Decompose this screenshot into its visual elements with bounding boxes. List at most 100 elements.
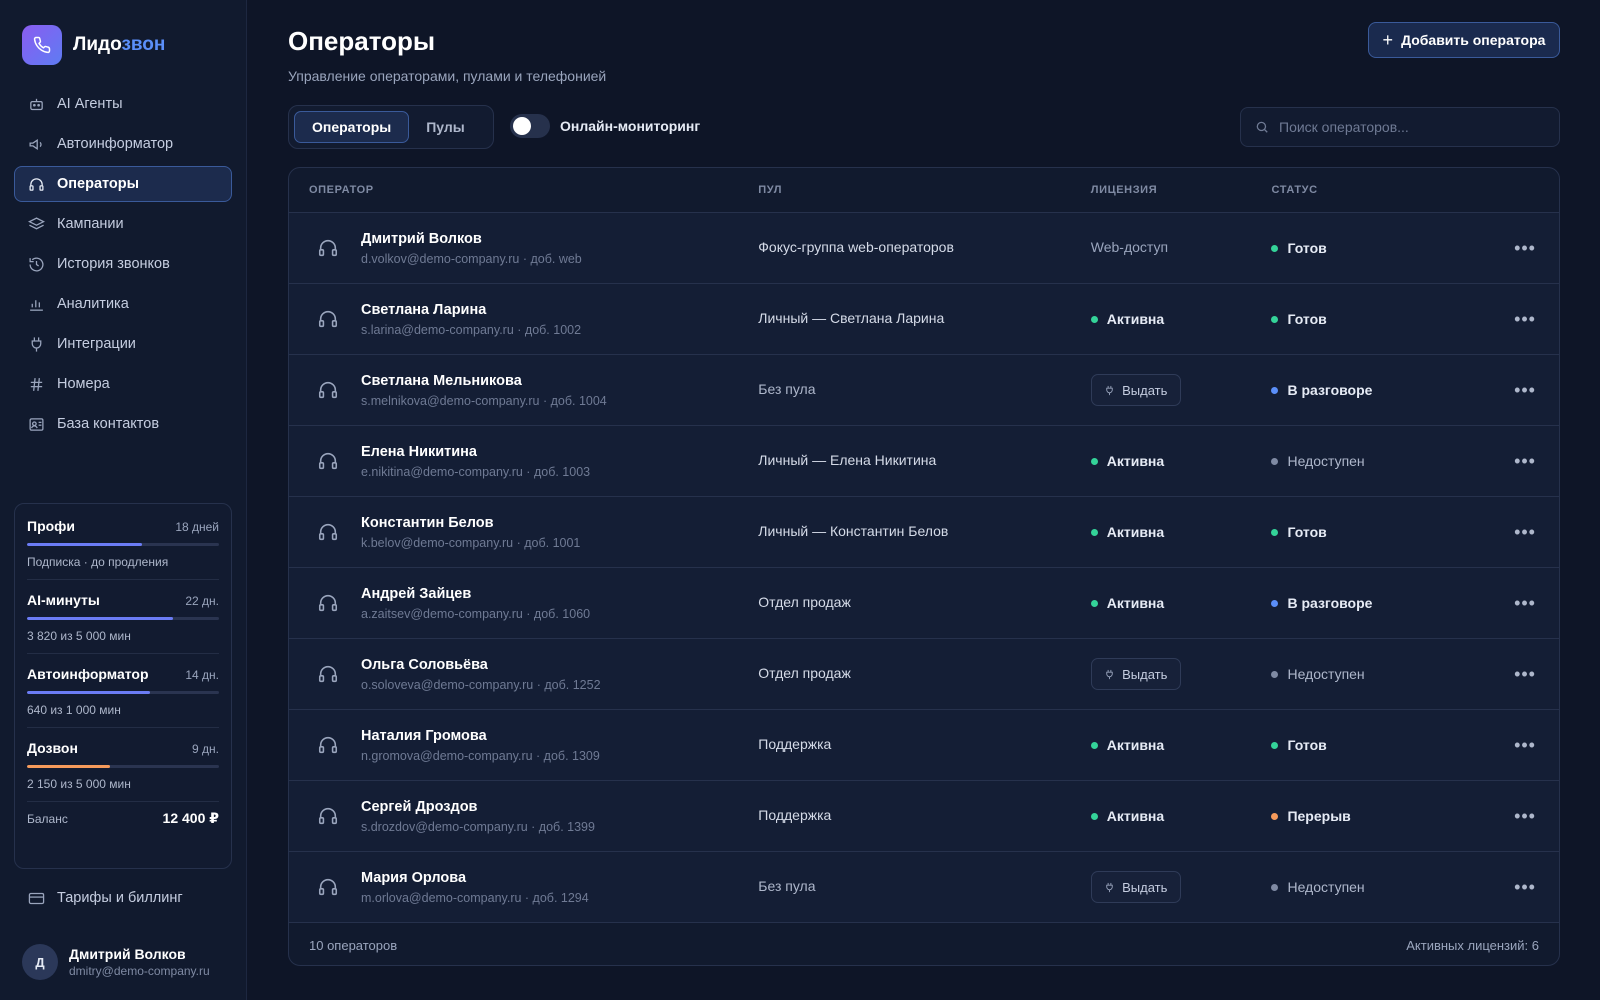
- table-row[interactable]: Наталия Громова n.gromova@demo-company.ru…: [289, 710, 1559, 781]
- operator-name: Константин Белов: [361, 514, 494, 531]
- headset-icon: [315, 661, 341, 687]
- sidebar-item-billing[interactable]: Тарифы и биллинг: [14, 880, 232, 916]
- header-operator[interactable]: ОПЕРАТОР: [289, 184, 758, 196]
- active-licenses-count: Активных лицензий: 6: [1406, 938, 1539, 953]
- page-title: Операторы: [288, 26, 436, 56]
- status-dot: [1090, 741, 1098, 749]
- toggle-knob: [513, 117, 531, 135]
- status-dot: [1271, 528, 1279, 536]
- sidebar-item-chart[interactable]: Аналитика: [14, 286, 232, 322]
- credit-card-icon: [27, 889, 45, 907]
- sidebar-item-headset[interactable]: Операторы: [14, 166, 232, 202]
- usage-dialer: Дозвон 9 дн. 2 150 из 5 000 мин: [27, 740, 219, 802]
- sidebar-item-history[interactable]: История звонков: [14, 246, 232, 282]
- chart-icon: [27, 295, 45, 313]
- table-row[interactable]: Светлана Мельникова s.melnikova@demo-comp…: [289, 355, 1559, 426]
- status-badge: Недоступен: [1271, 453, 1491, 469]
- sidebar-item-contacts[interactable]: База контактов: [14, 406, 232, 442]
- table-row[interactable]: Ольга Соловьёва o.soloveva@demo-company.r…: [289, 639, 1559, 710]
- header-status[interactable]: СТАТУС: [1271, 184, 1491, 196]
- issue-license-button[interactable]: Выдать: [1090, 658, 1181, 690]
- operator-name: Дмитрий Волков: [361, 230, 482, 247]
- more-actions-icon[interactable]: •••: [1491, 735, 1559, 756]
- more-actions-icon[interactable]: •••: [1491, 593, 1559, 614]
- license-text: Web-доступ: [1090, 239, 1169, 255]
- operator-name: Елена Никитина: [361, 443, 477, 460]
- operator-meta: s.melnikova@demo-company.ru · доб. 1004: [361, 393, 607, 408]
- status-dot: [1271, 741, 1279, 749]
- sidebar-item-robot[interactable]: AI Агенты: [14, 86, 232, 122]
- user-name: Дмитрий Волков: [69, 946, 186, 962]
- status-dot: [1271, 386, 1279, 394]
- more-actions-icon[interactable]: •••: [1491, 309, 1559, 330]
- sidebar-item-label: Интеграции: [57, 336, 136, 352]
- table-row[interactable]: Елена Никитина e.nikitina@demo-company.ru…: [289, 426, 1559, 497]
- headset-icon: [315, 803, 341, 829]
- operator-meta: n.gromova@demo-company.ru · доб. 1309: [361, 748, 600, 763]
- usage-subtitle: 640 из 1 000 мин: [27, 703, 121, 717]
- table-row[interactable]: Мария Орлова m.orlova@demo-company.ru · д…: [289, 852, 1559, 923]
- headset-icon: [315, 874, 341, 900]
- usage-days: 18 дней: [175, 520, 219, 534]
- plug-icon: [27, 335, 45, 353]
- balance-label: Баланс: [27, 812, 68, 826]
- brand-logo[interactable]: Лидозвон: [22, 25, 165, 65]
- online-monitoring-toggle-wrap: Онлайн-мониторинг: [510, 114, 700, 138]
- operator-name: Мария Орлова: [361, 869, 467, 886]
- table-row[interactable]: Андрей Зайцев a.zaitsev@demo-company.ru ·…: [289, 568, 1559, 639]
- add-operator-button[interactable]: + Добавить оператора: [1368, 22, 1560, 58]
- more-actions-icon[interactable]: •••: [1491, 238, 1559, 259]
- usage-progress-fill: [27, 765, 110, 768]
- usage-name: Профи: [27, 518, 76, 534]
- headset-icon: [315, 377, 341, 403]
- status-badge: Готов: [1271, 311, 1491, 327]
- sidebar-item-label: Тарифы и биллинг: [57, 890, 183, 906]
- pool-name: Личный — Константин Белов: [758, 523, 949, 539]
- sidebar-item-hash[interactable]: Номера: [14, 366, 232, 402]
- table-row[interactable]: Светлана Ларина s.larina@demo-company.ru …: [289, 284, 1559, 355]
- more-actions-icon[interactable]: •••: [1491, 664, 1559, 685]
- tab-operators[interactable]: Операторы: [294, 111, 410, 143]
- sidebar-item-layers[interactable]: Кампании: [14, 206, 232, 242]
- operator-name: Андрей Зайцев: [361, 585, 472, 602]
- operator-meta: s.drozdov@demo-company.ru · доб. 1399: [361, 819, 595, 834]
- more-actions-icon[interactable]: •••: [1491, 522, 1559, 543]
- sidebar-item-megaphone[interactable]: Автоинформатор: [14, 126, 232, 162]
- status-dot: [1271, 599, 1279, 607]
- issue-license-button[interactable]: Выдать: [1090, 374, 1181, 406]
- balance: Баланс 12 400 ₽: [27, 810, 219, 827]
- operator-name: Сергей Дроздов: [361, 798, 478, 815]
- table-row[interactable]: Сергей Дроздов s.drozdov@demo-company.ru …: [289, 781, 1559, 852]
- toggle-label: Онлайн-мониторинг: [560, 118, 701, 134]
- operator-meta: e.nikitina@demo-company.ru · доб. 1003: [361, 464, 591, 479]
- operator-name: Светлана Мельникова: [361, 372, 522, 389]
- table-row[interactable]: Константин Белов k.belov@demo-company.ru …: [289, 497, 1559, 568]
- usage-subtitle: Подписка · до продления: [27, 555, 169, 569]
- search-input[interactable]: [1279, 119, 1549, 135]
- operator-meta: s.larina@demo-company.ru · доб. 1002: [361, 322, 582, 337]
- header-pool[interactable]: ПУЛ: [758, 184, 1090, 196]
- online-monitoring-toggle[interactable]: [510, 114, 550, 138]
- pool-name: Без пула: [758, 381, 816, 397]
- sidebar: Лидозвон AI Агенты Автоинформатор Оператор…: [0, 0, 247, 1000]
- more-actions-icon[interactable]: •••: [1491, 877, 1559, 898]
- headset-icon: [315, 448, 341, 474]
- more-actions-icon[interactable]: •••: [1491, 451, 1559, 472]
- tab-pools[interactable]: Пулы: [409, 111, 482, 143]
- more-actions-icon[interactable]: •••: [1491, 380, 1559, 401]
- sidebar-item-label: AI Агенты: [57, 96, 123, 112]
- table-footer: 10 операторов Активных лицензий: 6: [289, 923, 1559, 965]
- phone-icon: [22, 25, 62, 65]
- sidebar-item-label: База контактов: [57, 416, 160, 432]
- more-actions-icon[interactable]: •••: [1491, 806, 1559, 827]
- status-badge: В разговоре: [1271, 382, 1491, 398]
- usage-name: Дозвон: [27, 740, 78, 756]
- view-tabs: Операторы Пулы: [288, 105, 494, 149]
- user-profile[interactable]: Д Дмитрий Волков dmitry@demo-company.ru: [22, 944, 210, 980]
- sidebar-item-label: Номера: [57, 376, 110, 392]
- sidebar-item-plug[interactable]: Интеграции: [14, 326, 232, 362]
- issue-license-button[interactable]: Выдать: [1090, 871, 1181, 903]
- headset-icon: [315, 235, 341, 261]
- header-license[interactable]: ЛИЦЕНЗИЯ: [1091, 184, 1272, 196]
- table-row[interactable]: Дмитрий Волков d.volkov@demo-company.ru ·…: [289, 213, 1559, 284]
